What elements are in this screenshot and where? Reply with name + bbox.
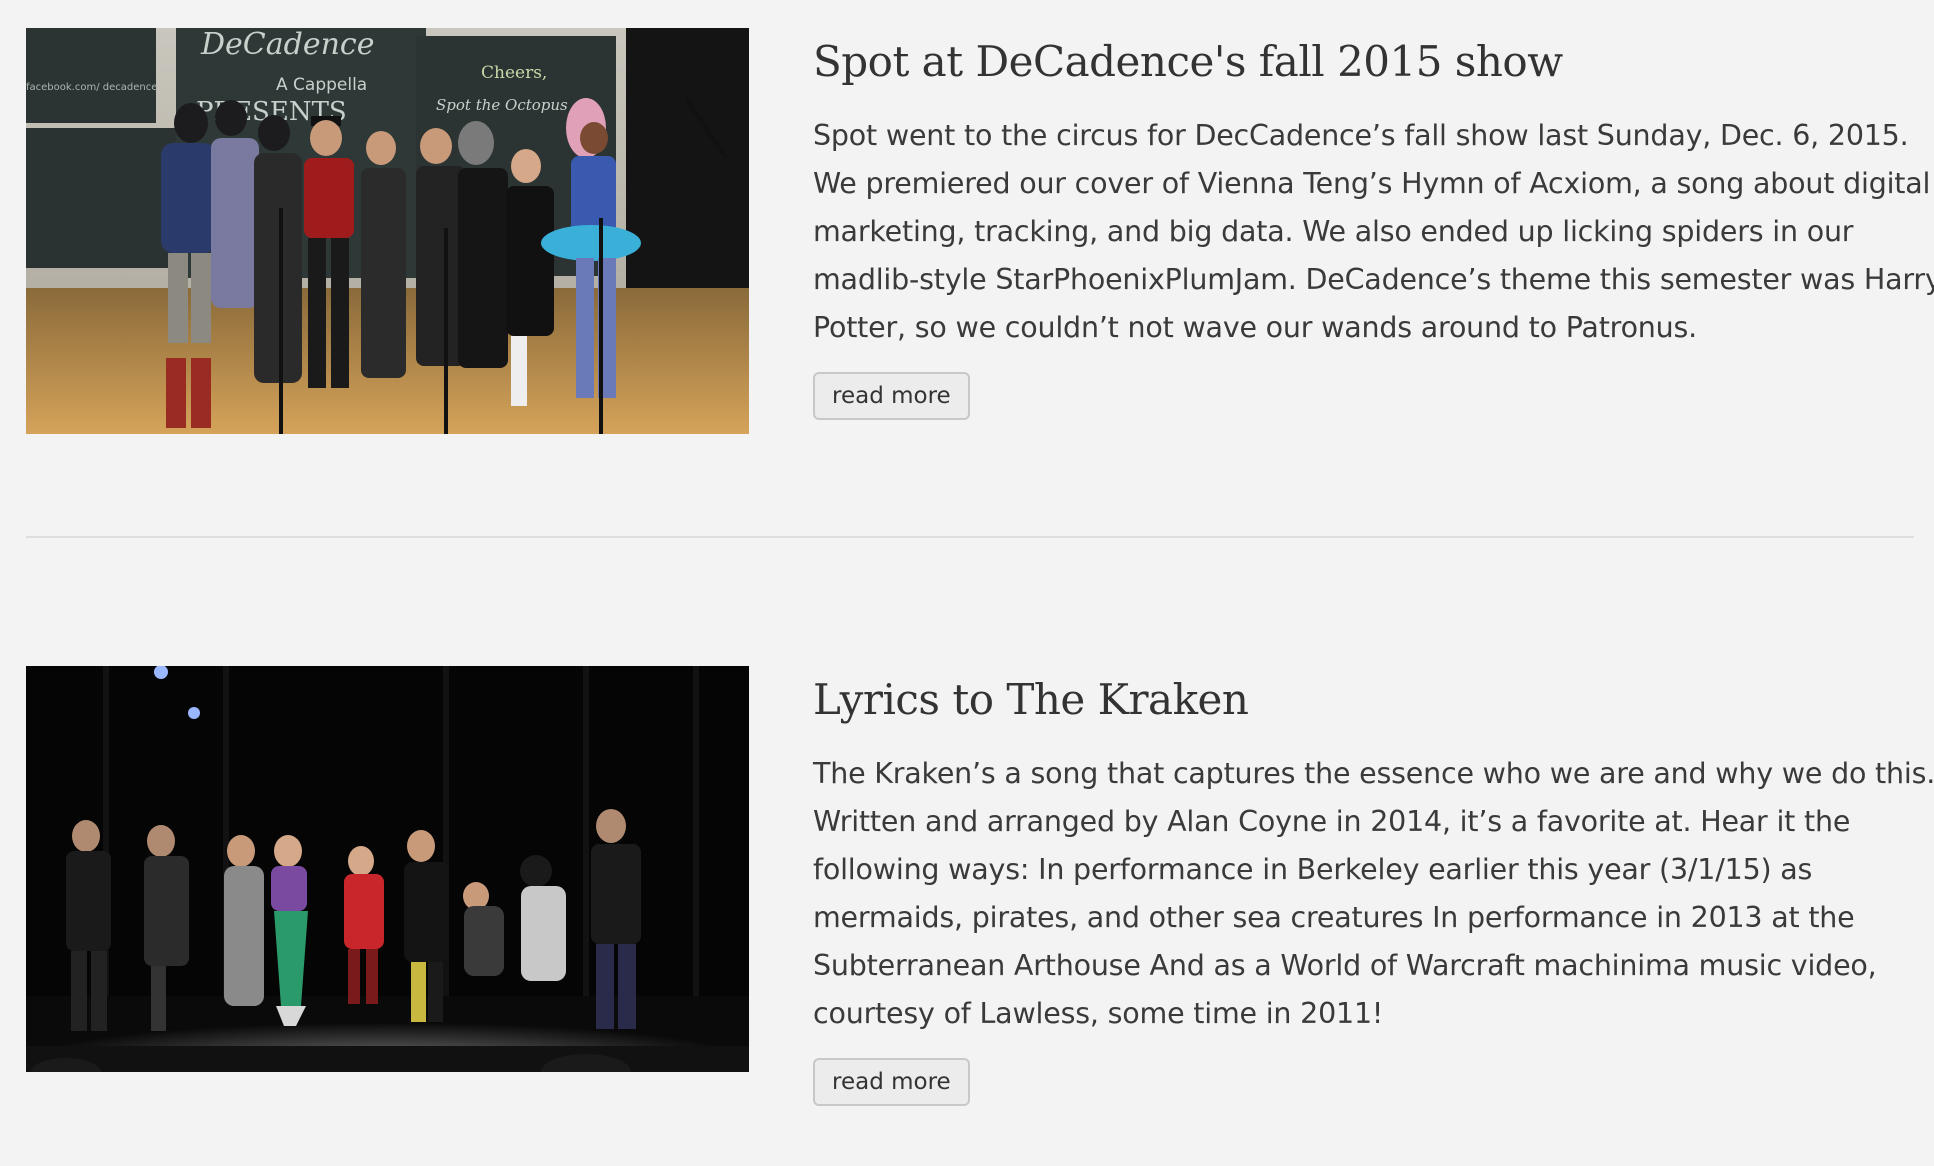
post-title[interactable]: Lyrics to The Kraken: [813, 666, 1934, 728]
board-sub-text: A Cappella: [276, 75, 367, 95]
post-title[interactable]: Spot at DeCadence's fall 2015 show: [813, 28, 1934, 90]
post-content: Spot at DeCadence's fall 2015 show Spot …: [813, 28, 1934, 420]
board-spot-text: Spot the Octopus: [436, 96, 568, 114]
board-facebook-text: facebook.com/ decadence: [26, 82, 157, 93]
post-content: Lyrics to The Kraken The Kraken’s a song…: [813, 666, 1934, 1106]
board-cheers-text: Cheers,: [481, 63, 547, 83]
post-excerpt: The Kraken’s a song that captures the es…: [813, 757, 1934, 1030]
read-more-button[interactable]: read more: [813, 1058, 970, 1106]
post-thumbnail-kraken-photo[interactable]: [26, 666, 749, 1072]
kraken-stage-photo-image: [26, 666, 749, 1072]
post-divider: [26, 536, 1914, 538]
board-title-text: DeCadence: [200, 28, 374, 62]
stage-photo-image: DeCadence A Cappella PRESENTS Cheers, Sp…: [26, 28, 749, 434]
post-thumbnail-stage-photo[interactable]: DeCadence A Cappella PRESENTS Cheers, Sp…: [26, 28, 749, 434]
read-more-button[interactable]: read more: [813, 372, 970, 420]
post-excerpt: Spot went to the circus for DecCadence’s…: [813, 119, 1934, 344]
